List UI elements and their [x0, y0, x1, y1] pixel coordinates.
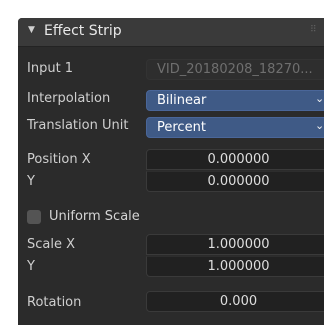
rotation-field[interactable]: 0.000: [146, 291, 324, 312]
interpolation-label: Interpolation: [27, 91, 111, 106]
scale-x-value: 1.000000: [207, 237, 270, 252]
position-x-label: Position X: [27, 152, 91, 167]
uniform-scale-checkbox[interactable]: [27, 210, 41, 224]
translation-unit-value: Percent: [157, 120, 206, 135]
translation-unit-dropdown[interactable]: Percent ⌄: [146, 117, 324, 138]
position-x-value: 0.000000: [207, 152, 270, 167]
input1-field: VID_20180208_18270...: [146, 59, 324, 80]
scale-y-field[interactable]: 1.000000: [146, 256, 324, 277]
scale-x-label: Scale X: [27, 237, 76, 252]
rotation-value: 0.000: [219, 294, 258, 309]
position-x-field[interactable]: 0.000000: [146, 149, 324, 170]
panel-header[interactable]: ▼ Effect Strip ⠿: [18, 18, 324, 47]
input1-value: VID_20180208_18270...: [157, 62, 313, 77]
interpolation-dropdown[interactable]: Bilinear ⌄: [146, 90, 324, 111]
panel-title: Effect Strip: [44, 23, 122, 39]
triangle-down-icon[interactable]: ▼: [28, 25, 35, 35]
translation-unit-label: Translation Unit: [27, 118, 129, 133]
scale-y-value: 1.000000: [207, 259, 270, 274]
drag-grip-icon[interactable]: ⠿: [310, 25, 317, 35]
effect-strip-panel: ▼ Effect Strip ⠿ Input 1 VID_20180208_18…: [18, 18, 324, 325]
interpolation-value: Bilinear: [157, 93, 207, 108]
input1-label: Input 1: [27, 61, 74, 76]
position-y-label: Y: [27, 174, 35, 189]
chevron-down-icon: ⌄: [315, 119, 324, 132]
rotation-label: Rotation: [27, 295, 82, 310]
position-y-field[interactable]: 0.000000: [146, 171, 324, 192]
scale-y-label: Y: [27, 259, 35, 274]
position-y-value: 0.000000: [207, 174, 270, 189]
chevron-down-icon: ⌄: [315, 92, 324, 105]
scale-x-field[interactable]: 1.000000: [146, 234, 324, 255]
uniform-scale-label[interactable]: Uniform Scale: [49, 209, 140, 224]
